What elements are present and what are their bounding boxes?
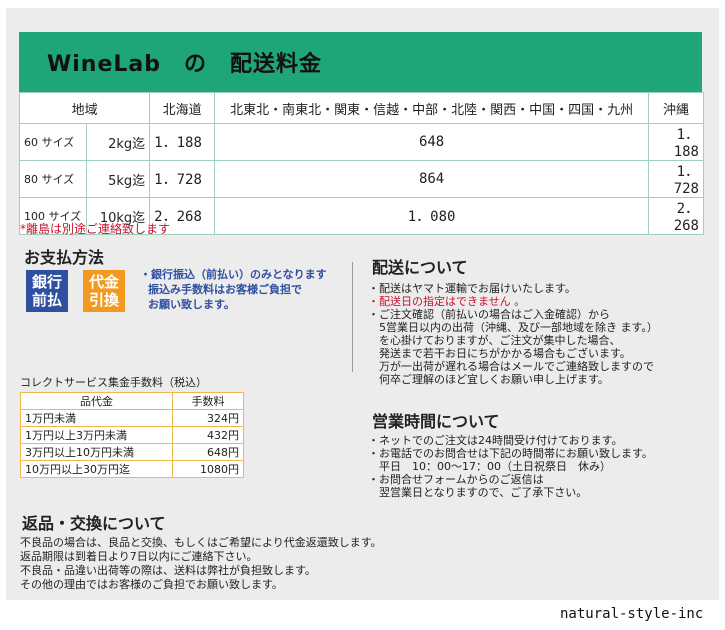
weight-cell: 5kg迄 bbox=[85, 160, 151, 198]
shipping-rate-table: 地域 北海道 北東北・南東北・関東・信越・中部・北陸・関西・中国・四国・九州 沖… bbox=[18, 92, 704, 235]
badge-line: 前払 bbox=[31, 291, 62, 309]
badge-line: 代金 bbox=[88, 273, 119, 291]
payment-notes: ・銀行振込（前払い）のみとなります 振込み手数料はお客様ご負担で お願い致します… bbox=[140, 267, 327, 312]
table-row: 3万円以上10万円未満 648円 bbox=[20, 443, 244, 461]
delivery-line: ・配送はヤマト運輸でお届けいたします。 bbox=[368, 282, 576, 295]
payment-heading: お支払方法 bbox=[24, 248, 105, 267]
header-amount: 品代金 bbox=[20, 392, 173, 410]
badge-line: 銀行 bbox=[31, 273, 62, 291]
amount-cell: 3万円以上10万円未満 bbox=[20, 443, 173, 461]
collect-fee-table: 品代金 手数料 1万円未満 324円 1万円以上3万円未満 432円 3万円以上… bbox=[20, 392, 244, 478]
amount-cell: 1万円以上3万円未満 bbox=[20, 426, 173, 444]
header-mainland: 北東北・南東北・関東・信越・中部・北陸・関西・中国・四国・九州 bbox=[214, 92, 649, 124]
column-divider bbox=[352, 262, 353, 372]
okinawa-price: 1．188 bbox=[648, 123, 704, 161]
hokkaido-price: 1．188 bbox=[149, 123, 216, 161]
mainland-price: 648 bbox=[214, 123, 649, 161]
delivery-line: ・ご注文確認（前払いの場合はご入金確認）から 5営業日以内の出荷（沖縄、及び一部… bbox=[368, 308, 658, 386]
returns-line: 不良品・品違い出荷等の際は、送料は弊社が負担致します。 bbox=[20, 564, 316, 577]
badge-line: 引換 bbox=[88, 291, 119, 309]
returns-heading: 返品・交換について bbox=[22, 514, 166, 533]
fee-table-title: コレクトサービス集金手数料（税込） bbox=[20, 376, 207, 389]
size-cell: 60 サイズ bbox=[19, 123, 87, 161]
table-header-row: 地域 北海道 北東北・南東北・関東・信越・中部・北陸・関西・中国・四国・九州 沖… bbox=[18, 92, 704, 124]
fee-cell: 648円 bbox=[172, 443, 244, 461]
table-row: 1万円未満 324円 bbox=[20, 409, 244, 427]
returns-line: 不良品の場合は、良品と交換、もしくはご希望により代金返還致します。 bbox=[20, 536, 382, 549]
fee-cell: 1080円 bbox=[172, 460, 244, 478]
bank-prepay-badge: 銀行 前払 bbox=[26, 270, 68, 312]
table-row: 60 サイズ 2kg迄 1．188 648 1．188 bbox=[19, 123, 704, 161]
fee-cell: 324円 bbox=[172, 409, 244, 427]
returns-line: 返品期限は到着日より7日以内にご連絡下さい。 bbox=[20, 550, 258, 563]
table-row: 1万円以上3万円未満 432円 bbox=[20, 426, 244, 444]
payment-note-line: 振込み手数料はお客様ご負担で bbox=[148, 283, 302, 296]
remote-island-note: *離島は別途ご連絡致します bbox=[20, 222, 171, 236]
amount-cell: 10万円以上30万円迄 bbox=[20, 460, 173, 478]
delivery-date-note: ・配送日の指定はできません 。 bbox=[368, 295, 526, 308]
mainland-price: 1．080 bbox=[214, 197, 649, 235]
page-banner: WineLab の 配送料金 bbox=[19, 32, 702, 92]
hokkaido-price: 1．728 bbox=[149, 160, 216, 198]
footer-brand: natural-style-inc bbox=[560, 606, 704, 622]
delivery-text: ・配送はヤマト運輸でお届けいたします。 ・配送日の指定はできません 。 ・ご注文… bbox=[368, 282, 658, 386]
okinawa-price: 2．268 bbox=[648, 197, 704, 235]
payment-note-line: お願い致します。 bbox=[148, 298, 235, 311]
table-row: 80 サイズ 5kg迄 1．728 864 1．728 bbox=[19, 160, 704, 198]
table-row: 10万円以上30万円迄 1080円 bbox=[20, 460, 244, 478]
header-okinawa: 沖縄 bbox=[648, 92, 704, 124]
header-hokkaido: 北海道 bbox=[149, 92, 216, 124]
okinawa-price: 1．728 bbox=[648, 160, 704, 198]
size-cell: 80 サイズ bbox=[19, 160, 87, 198]
payment-note-line: ・銀行振込（前払い）のみとなります bbox=[140, 268, 327, 281]
header-region: 地域 bbox=[18, 92, 151, 124]
hours-heading: 営業時間について bbox=[372, 412, 500, 431]
mainland-price: 864 bbox=[214, 160, 649, 198]
header-fee: 手数料 bbox=[172, 392, 244, 410]
amount-cell: 1万円未満 bbox=[20, 409, 173, 427]
returns-text: 不良品の場合は、良品と交換、もしくはご希望により代金返還致します。 返品期限は到… bbox=[20, 536, 382, 592]
returns-line: その他の理由ではお客様のご負担でお願い致します。 bbox=[20, 578, 283, 591]
page-title: WineLab の 配送料金 bbox=[47, 52, 323, 77]
table-header-row: 品代金 手数料 bbox=[20, 392, 244, 410]
cod-badge: 代金 引換 bbox=[83, 270, 125, 312]
weight-cell: 2kg迄 bbox=[85, 123, 151, 161]
fee-cell: 432円 bbox=[172, 426, 244, 444]
delivery-heading: 配送について bbox=[372, 258, 468, 277]
hours-text: ・ネットでのご注文は24時間受け付けております。 ・お電話でのお問合せは下記の時… bbox=[368, 434, 653, 499]
